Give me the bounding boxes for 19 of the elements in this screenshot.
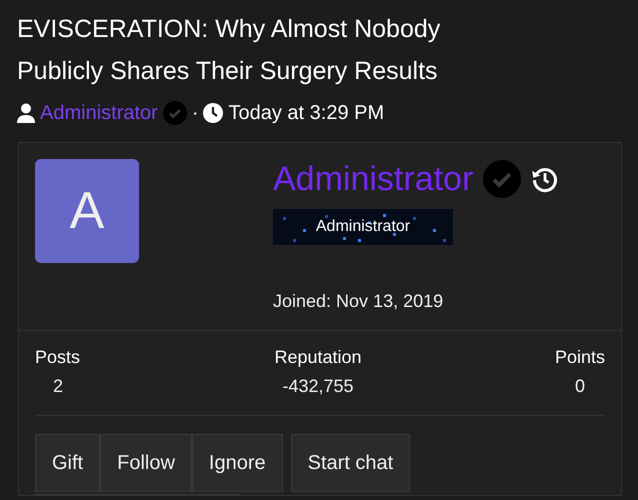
user-title-label: Administrator [316,218,410,236]
separator: · [192,102,198,124]
action-button[interactable]: Gift [35,434,100,492]
stat-value: -432,755 [282,375,354,398]
action-button[interactable]: Start chat [290,434,410,492]
thread-title: EVISCERATION: Why Almost Nobody Publicly Shares Their Surgery Results [17,14,442,87]
stat-label: Posts [35,346,80,369]
stat-value: 2 [52,375,64,398]
action-button[interactable]: Follow [100,434,192,492]
history-icon[interactable] [531,165,560,193]
post-time: Today at 3:29 PM [228,102,384,124]
stat-value: 0 [574,375,586,398]
joined-date: Joined: Nov 13, 2019 [273,291,444,312]
stat-label: Reputation [274,346,362,369]
user-icon [17,103,35,123]
action-button[interactable]: Ignore [192,434,283,492]
clock-icon [203,103,224,123]
stat-label: Points [554,346,605,369]
avatar: A [35,159,139,263]
